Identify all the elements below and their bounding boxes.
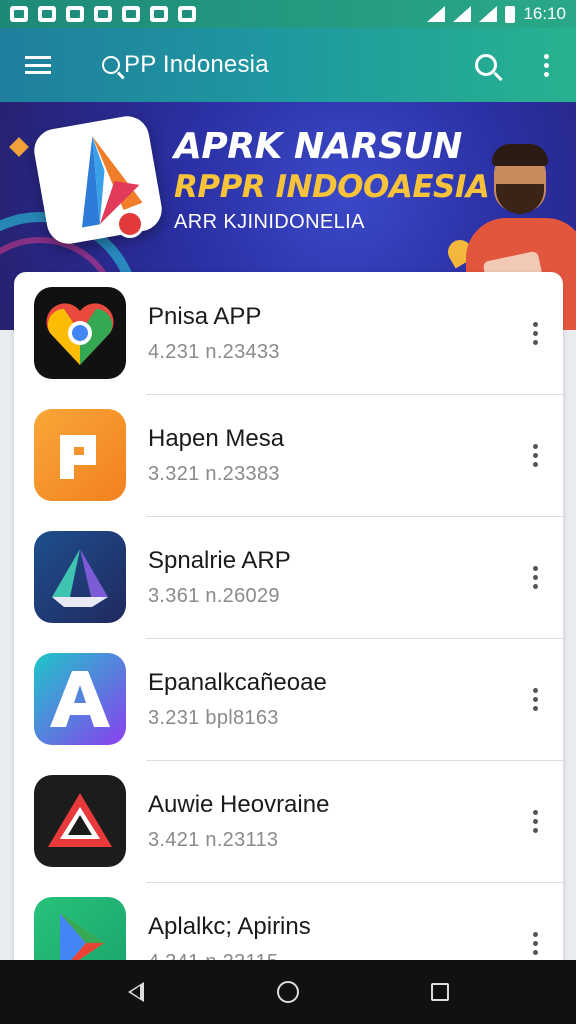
item-more-button[interactable] (521, 801, 549, 841)
drive-triangle-icon (34, 531, 126, 623)
divider (146, 760, 563, 761)
divider (146, 394, 563, 395)
list-item[interactable]: Auwie Heovraine 3.421 n.23113 (14, 760, 563, 882)
item-more-button[interactable] (521, 435, 549, 475)
notification-icons (10, 6, 196, 22)
app-meta: 3.231 bpl8163 (148, 706, 279, 729)
list-item[interactable]: Aplalkc; Apirins 4.341 n.23115 (14, 882, 563, 972)
more-vert-icon (532, 687, 538, 711)
back-button[interactable] (106, 962, 166, 1022)
app-logo (30, 112, 166, 248)
list-item-text: Hapen Mesa 3.321 n.23383 (148, 425, 284, 486)
more-vert-icon (532, 931, 538, 955)
app-name: Pnisa APP (148, 302, 262, 330)
overflow-menu-button[interactable] (516, 28, 576, 102)
menu-button[interactable] (0, 28, 76, 102)
b-icon (150, 6, 168, 22)
badge-icon (116, 210, 144, 238)
item-more-button[interactable] (521, 679, 549, 719)
app-title-group: PP Indonesia (102, 51, 269, 79)
divider (146, 882, 563, 883)
wifi-icon (453, 6, 472, 22)
orange-p-icon (34, 409, 126, 501)
edit-icon (122, 6, 140, 22)
more-vert-icon (543, 53, 549, 77)
battery-icon (505, 5, 516, 23)
system-icons: 16:10 (427, 4, 566, 24)
system-nav-bar (0, 960, 576, 1024)
app-meta: 3.361 n.26029 (148, 584, 280, 607)
app-bar-actions (456, 28, 576, 102)
sparkle-icon (9, 137, 29, 157)
back-icon (128, 982, 144, 1002)
app-name: Hapen Mesa (148, 424, 285, 452)
app-bar: PP Indonesia (0, 28, 576, 102)
banner-caption: ARR KJINIDONELIA (174, 211, 365, 233)
divider (146, 516, 563, 517)
app-list: Pnisa APP 4.231 n.23433 Hapen Mesa 3.321… (14, 272, 563, 972)
vibrate-icon (427, 6, 446, 22)
list-item[interactable]: Spnalrie ARP 3.361 n.26029 (14, 516, 563, 638)
home-icon (277, 981, 299, 1003)
status-bar: 16:10 (0, 0, 576, 28)
search-icon (102, 56, 120, 74)
banner-text: APRK NARSUN RPPR INDOOAESIA ARR KJINIDON… (174, 126, 490, 234)
cell-signal-icon (479, 6, 498, 22)
recents-icon (431, 983, 449, 1001)
more-vert-icon (532, 809, 538, 833)
app-meta: 3.321 n.23383 (148, 462, 280, 485)
item-more-button[interactable] (521, 923, 549, 963)
more-vert-icon (532, 321, 538, 345)
list-item-text: Spnalrie ARP 3.361 n.26029 (148, 547, 291, 608)
app-name: Aplalkc; Apirins (148, 912, 311, 940)
shield-icon (38, 6, 56, 22)
divider (146, 638, 563, 639)
hamburger-icon (25, 56, 51, 74)
list-item[interactable]: Epanalkcañeoae 3.231 bpl8163 (14, 638, 563, 760)
item-more-button[interactable] (521, 313, 549, 353)
clock: 16:10 (523, 4, 566, 23)
item-more-button[interactable] (521, 557, 549, 597)
bookmark-icon (94, 6, 112, 22)
warning-triangle-icon (34, 775, 126, 867)
list-item-text: Auwie Heovraine 3.421 n.23113 (148, 791, 329, 852)
app-meta: 4.231 n.23433 (148, 340, 280, 363)
heart-chrome-icon (34, 287, 126, 379)
home-button[interactable] (258, 962, 318, 1022)
letter-a-icon (34, 653, 126, 745)
more-vert-icon (532, 443, 538, 467)
upload-icon (178, 6, 196, 22)
banner-subheadline: RPPR INDOOAESIA (174, 169, 490, 205)
list-item[interactable]: Hapen Mesa 3.321 n.23383 (14, 394, 563, 516)
app-name: Epanalkcañeoae (148, 668, 327, 696)
search-button[interactable] (456, 28, 516, 102)
shield-check-icon (66, 6, 84, 22)
image-icon (10, 6, 28, 22)
app-title: PP Indonesia (124, 51, 269, 78)
more-vert-icon (532, 565, 538, 589)
app-meta: 3.421 n.23113 (148, 828, 279, 851)
list-item-text: Pnisa APP 4.231 n.23433 (148, 303, 280, 364)
list-item[interactable]: Pnisa APP 4.231 n.23433 (14, 272, 563, 394)
search-icon (475, 54, 497, 76)
recents-button[interactable] (410, 962, 470, 1022)
list-item-text: Epanalkcañeoae 3.231 bpl8163 (148, 669, 327, 730)
app-name: Auwie Heovraine (148, 790, 330, 818)
app-name: Spnalrie ARP (148, 546, 291, 574)
banner-headline: APRK NARSUN (174, 126, 462, 167)
